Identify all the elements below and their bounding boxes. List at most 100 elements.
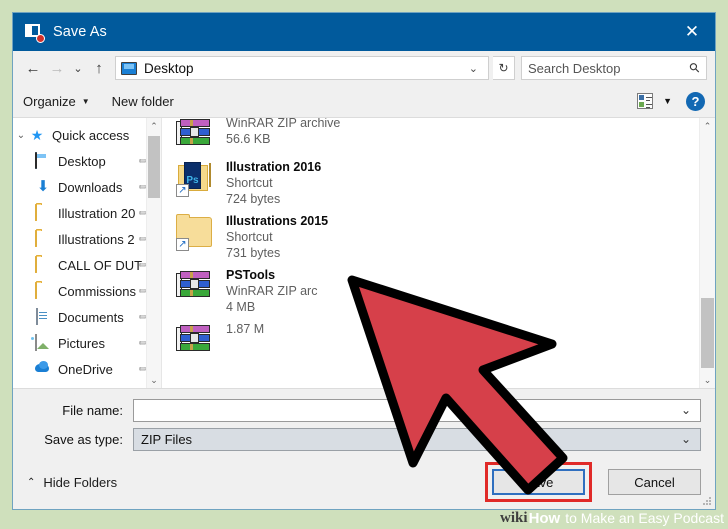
up-button[interactable]: ↑ <box>87 55 111 81</box>
sidebar-item-label: Illustrations 2 <box>58 231 135 247</box>
form-area: File name: ⌄ Save as type: ZIP Files ⌄ <box>13 389 715 455</box>
scrollbar-thumb[interactable] <box>701 298 714 368</box>
save-as-type-row: Save as type: ZIP Files ⌄ <box>27 426 701 452</box>
list-item[interactable]: 1.87 M <box>162 318 715 362</box>
scroll-up-icon[interactable]: ⌃ <box>700 118 715 134</box>
list-item-meta: WinRAR ZIP archive 56.6 KB <box>226 118 340 147</box>
shortcut-overlay-icon: ↗ <box>176 184 189 197</box>
forward-button[interactable]: → <box>45 55 69 81</box>
chevron-down-icon[interactable]: ⌄ <box>674 403 698 417</box>
back-button[interactable]: ← <box>21 55 45 81</box>
file-name-row: File name: ⌄ <box>27 397 701 423</box>
save-button-highlight: Save <box>485 462 592 502</box>
download-icon: ⬇ <box>36 178 50 195</box>
folder-icon <box>35 282 51 299</box>
window-title: Save As <box>53 24 107 40</box>
command-bar-right: ▼ ? <box>637 91 705 111</box>
sidebar-item-label: Downloads <box>58 179 123 195</box>
watermark-wiki: wiki <box>500 509 528 526</box>
recent-locations-button[interactable]: ⌄ <box>69 55 87 81</box>
sidebar-scrollbar[interactable]: ⌃ ⌄ <box>146 118 161 388</box>
sidebar-item-label: OneDrive <box>58 361 113 377</box>
save-button[interactable]: Save <box>492 469 585 495</box>
chevron-down-icon[interactable]: ⌄ <box>674 432 698 446</box>
command-bar: Organize ▼ New folder ▼ ? <box>13 85 715 117</box>
navigation-pane: ⌄ ★ Quick access Desktop ✐ ⬇ Downloads ✐ <box>13 118 161 388</box>
refresh-icon[interactable]: ↻ <box>493 56 515 80</box>
save-as-type-select[interactable]: ZIP Files ⌄ <box>133 427 701 451</box>
cloud-icon <box>35 361 51 377</box>
title-bar: Save As ✕ <box>13 13 715 51</box>
scroll-down-icon[interactable]: ⌄ <box>700 372 715 388</box>
folder-icon <box>35 204 51 221</box>
save-as-type-label: Save as type: <box>44 431 123 447</box>
search-input[interactable]: Search Desktop ⚲ <box>521 56 707 80</box>
new-folder-label: New folder <box>111 93 174 109</box>
sidebar-item-desktop[interactable]: Desktop ✐ <box>13 148 161 174</box>
shortcut-overlay-icon: ↗ <box>176 238 189 251</box>
scroll-up-icon[interactable]: ⌃ <box>147 118 161 134</box>
winrar-zip-icon <box>176 321 214 359</box>
photoshop-shortcut-icon: Ps ↗ <box>176 159 214 197</box>
chevron-down-icon[interactable]: ⌄ <box>13 130 29 141</box>
document-icon <box>35 308 51 325</box>
sidebar-item-label: Documents <box>58 309 124 325</box>
winrar-zip-icon <box>176 267 214 305</box>
file-list[interactable]: WinRAR ZIP archive 56.6 KB Ps ↗ Illustra… <box>161 118 715 388</box>
picture-icon <box>35 334 51 351</box>
help-button[interactable]: ? <box>686 91 705 111</box>
list-item[interactable]: Ps ↗ Illustration 2016 Shortcut 724 byte… <box>162 156 715 210</box>
organize-button[interactable]: Organize ▼ <box>23 94 90 109</box>
scrollbar-thumb[interactable] <box>148 136 160 198</box>
list-item[interactable]: PSTools WinRAR ZIP arc 4 MB <box>162 264 715 318</box>
folder-shortcut-icon: ↗ <box>176 213 214 251</box>
list-item-meta: Illustration 2016 Shortcut 724 bytes <box>226 159 321 207</box>
watermark-text: to Make an Easy Podcast <box>565 510 724 526</box>
desktop-icon <box>121 61 137 75</box>
list-item-meta: PSTools WinRAR ZIP arc 4 MB <box>226 267 317 315</box>
sidebar-item-illustrations-2[interactable]: Illustrations 2 ✐ <box>13 226 161 252</box>
hide-folders-label: Hide Folders <box>43 474 118 490</box>
save-as-dialog: Save As ✕ ← → ⌄ ↑ Desktop ⌄ ↻ Search Des… <box>12 12 716 510</box>
list-item[interactable]: ↗ Illustrations 2015 Shortcut 731 bytes <box>162 210 715 264</box>
cancel-button[interactable]: Cancel <box>608 469 701 495</box>
sidebar-item-pictures[interactable]: Pictures ✐ <box>13 330 161 356</box>
change-view-icon[interactable] <box>637 93 654 109</box>
sidebar-item-call-of-duty[interactable]: CALL OF DUT ✐ <box>13 252 161 278</box>
content-area: ⌄ ★ Quick access Desktop ✐ ⬇ Downloads ✐ <box>13 117 715 389</box>
file-list-scrollbar[interactable]: ⌃ ⌄ <box>699 118 715 388</box>
hide-folders-button[interactable]: ⌃ Hide Folders <box>27 475 117 490</box>
sidebar-item-label: CALL OF DUT <box>58 257 142 273</box>
sidebar-item-quick-access[interactable]: ⌄ ★ Quick access <box>13 122 161 148</box>
sidebar-item-commissions[interactable]: Commissions ✐ <box>13 278 161 304</box>
file-name-input[interactable]: ⌄ <box>133 398 701 422</box>
chevron-down-icon[interactable]: ▼ <box>663 96 672 106</box>
file-name: Illustration 2016 <box>226 160 322 174</box>
file-size: 4 MB <box>226 300 256 314</box>
sidebar-item-illustration-20[interactable]: Illustration 20 ✐ <box>13 200 161 226</box>
new-folder-button[interactable]: New folder <box>112 94 174 109</box>
file-size: 56.6 KB <box>226 132 271 146</box>
file-type: Shortcut <box>226 176 273 190</box>
file-type: WinRAR ZIP arc <box>226 284 318 298</box>
address-bar[interactable]: Desktop ⌄ <box>115 56 489 80</box>
chevron-down-icon[interactable]: ⌄ <box>461 62 486 75</box>
file-size: 724 bytes <box>226 192 281 206</box>
sidebar-item-label: Quick access <box>52 127 130 143</box>
file-type: WinRAR ZIP archive <box>226 118 341 130</box>
star-icon: ★ <box>30 127 44 143</box>
file-name: PSTools <box>226 268 276 282</box>
sidebar-item-downloads[interactable]: ⬇ Downloads ✐ <box>13 174 161 200</box>
resize-grip[interactable] <box>702 497 712 507</box>
list-item[interactable]: WinRAR ZIP archive 56.6 KB <box>162 118 715 156</box>
save-as-icon <box>25 23 45 43</box>
sidebar-item-onedrive[interactable]: OneDrive ✐ <box>13 356 161 382</box>
chevron-up-icon: ⌃ <box>27 476 36 488</box>
file-name: Illustrations 2015 <box>226 214 329 228</box>
save-as-type-value: ZIP Files <box>141 431 193 447</box>
dialog-footer: ⌃ Hide Folders Save Cancel <box>13 455 715 509</box>
sidebar-item-documents[interactable]: Documents ✐ <box>13 304 161 330</box>
close-icon[interactable]: ✕ <box>669 13 715 51</box>
file-size: 731 bytes <box>226 246 281 260</box>
scroll-down-icon[interactable]: ⌄ <box>147 372 161 388</box>
